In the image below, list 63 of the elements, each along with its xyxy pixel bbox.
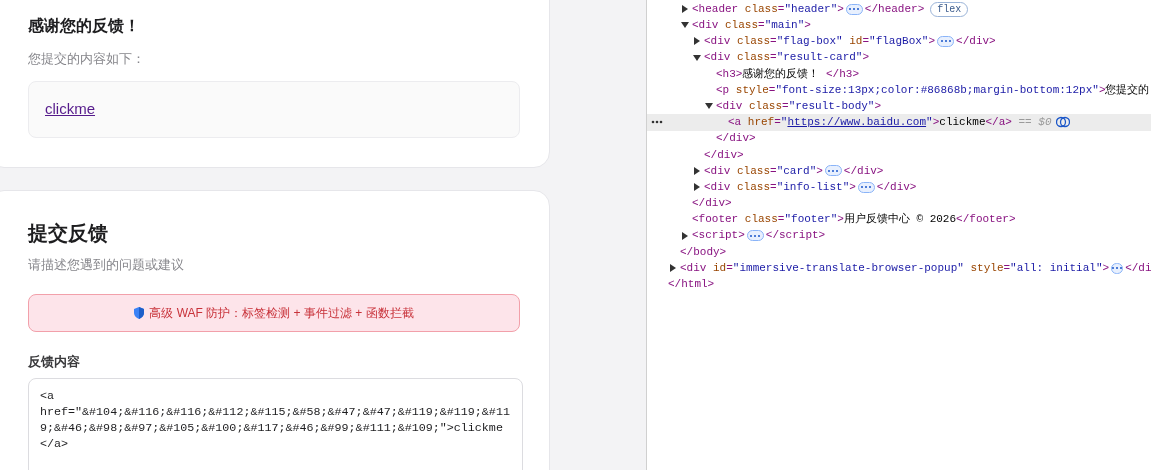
code-text: <div class="info-list"> bbox=[704, 179, 856, 195]
code-text: </script> bbox=[765, 228, 826, 244]
code-text: </div> bbox=[704, 147, 744, 163]
code-text: </div> bbox=[956, 34, 996, 50]
dom-tree-row[interactable]: <p style="font-size:13px;color:#86868b;margin-bottom:12px">您提交的 bbox=[647, 81, 1151, 99]
form-subtitle: 请描述您遇到的问题或建议 bbox=[28, 256, 185, 274]
code-text: <div class="main"> bbox=[692, 18, 811, 34]
expand-triangle-icon[interactable] bbox=[705, 102, 713, 111]
expand-triangle-icon[interactable] bbox=[693, 37, 701, 46]
ellipsis-button[interactable] bbox=[746, 230, 764, 242]
console-icon[interactable] bbox=[1055, 116, 1070, 129]
expand-triangle-icon[interactable] bbox=[681, 231, 689, 240]
ellipsis-button[interactable] bbox=[824, 165, 842, 177]
expand-triangle-icon[interactable] bbox=[681, 5, 689, 14]
expand-triangle-icon[interactable] bbox=[693, 53, 701, 62]
dom-tree-row[interactable]: <header class="header"> </header> flex bbox=[647, 1, 1151, 18]
dom-tree-row[interactable]: <h3>感谢您的反馈！ </h3> bbox=[647, 65, 1151, 82]
ellipsis-button[interactable] bbox=[937, 35, 955, 47]
code-text: <div class="card"> bbox=[704, 163, 823, 179]
code-text: </div> bbox=[692, 196, 732, 212]
code-text: <p style="font-size:13px;color:#86868b;margin-bottom:12px">您提交的 bbox=[716, 82, 1150, 98]
code-text: </div> bbox=[843, 163, 884, 179]
result-title: 感谢您的反馈！ bbox=[28, 16, 141, 36]
ellipsis-button[interactable] bbox=[1111, 262, 1124, 274]
expand-triangle-icon[interactable] bbox=[693, 183, 701, 192]
code-text: <script> bbox=[692, 228, 745, 244]
code-text: <h3>感谢您的反馈！ </h3> bbox=[716, 66, 859, 82]
dom-tree-row[interactable]: <script> </script> bbox=[647, 227, 1151, 244]
expand-triangle-icon[interactable] bbox=[681, 21, 689, 30]
code-text: </di bbox=[1125, 260, 1151, 276]
code-text: </html> bbox=[668, 277, 715, 293]
code-text: <a href="https://www.baidu.com">clickme</a> == $0 bbox=[728, 115, 1052, 131]
feedback-textarea[interactable]: <a href="&#104;&#116;&#116;&#112;&#115;&#58;&#47;&#47;&#119;&#119;&#119;&#46;&#98;&#97;&#105;&#100;&#117;&#46;&#99;&#111;&#109;">clickme</a> bbox=[28, 378, 523, 470]
dom-tree-row[interactable]: <div class="result-card"> bbox=[647, 49, 1151, 66]
code-text: </div> bbox=[716, 131, 756, 147]
dom-tree-row[interactable]: <footer class="footer">用户反馈中心 © 2026</footer> bbox=[647, 211, 1151, 228]
alert-text: 高级 WAF 防护：标签检测 + 事件过滤 + 函数拦截 bbox=[149, 305, 414, 322]
ellipsis-button[interactable] bbox=[845, 3, 863, 15]
dom-tree-row[interactable]: <a href="https://www.baidu.com">clickme</a> == $0 bbox=[647, 114, 1151, 131]
code-text: </body> bbox=[680, 244, 727, 260]
code-text: <div id="immersive-translate-browser-popup" style="all: initial"> bbox=[680, 260, 1110, 276]
expand-triangle-icon[interactable] bbox=[669, 264, 677, 273]
form-title: 提交反馈 bbox=[28, 221, 109, 246]
result-subtitle: 您提交的内容如下： bbox=[28, 50, 146, 68]
clickme-link[interactable]: clickme bbox=[45, 98, 95, 121]
dom-tree-row[interactable]: <div class="card"> </div> bbox=[647, 162, 1151, 180]
more-icon[interactable] bbox=[651, 120, 663, 125]
code-text: <div class="flag-box" id="flagBox"> bbox=[704, 34, 936, 50]
code-text: <footer class="footer">用户反馈中心 © 2026</footer> bbox=[692, 212, 1016, 228]
code-text: <div class="result-body"> bbox=[716, 98, 882, 114]
expand-triangle-icon[interactable] bbox=[693, 166, 701, 175]
code-text: <div class="result-card"> bbox=[704, 50, 870, 66]
dom-tree-row[interactable]: <div class="flag-box" id="flagBox"> </div> bbox=[647, 33, 1151, 50]
dom-tree-row[interactable]: <div class="main"> bbox=[647, 17, 1151, 34]
dom-tree-row[interactable]: <div id="immersive-translate-browser-popup" style="all: initial"> </di bbox=[647, 260, 1151, 277]
code-text: <header class="header"> bbox=[692, 1, 844, 17]
dom-tree-row[interactable]: <div class="result-body"> bbox=[647, 98, 1151, 115]
code-text: </div> bbox=[876, 179, 917, 195]
shield-icon bbox=[134, 307, 145, 319]
dom-tree-row[interactable]: <div class="info-list"> </div> bbox=[647, 179, 1151, 196]
code-text: </header> bbox=[864, 1, 925, 17]
ellipsis-button[interactable] bbox=[857, 181, 875, 193]
field-label: 反馈内容 bbox=[28, 353, 81, 371]
